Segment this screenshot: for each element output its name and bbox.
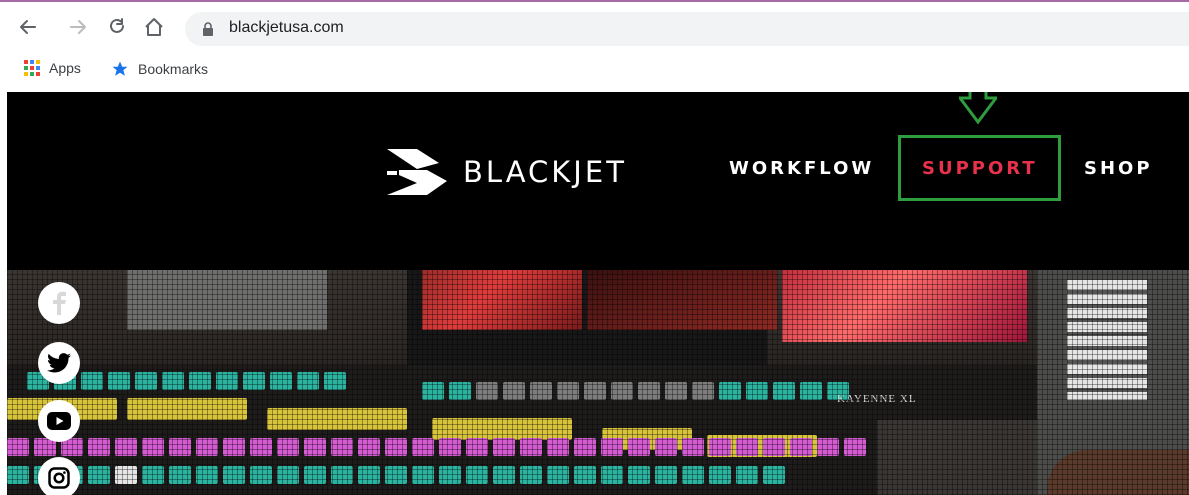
facebook-link[interactable]: [38, 282, 80, 324]
site-logo[interactable]: BLACKJET: [387, 149, 627, 195]
apps-grid-icon: [24, 60, 40, 76]
bookmark-apps[interactable]: Apps: [24, 60, 81, 76]
rack-buttons: [1067, 280, 1147, 400]
display-strip: [267, 408, 407, 430]
url-text: blackjetusa.com: [229, 19, 344, 36]
nav-shop[interactable]: SHOP: [1084, 158, 1153, 179]
twitter-icon: [47, 353, 71, 373]
instagram-link[interactable]: [38, 457, 80, 495]
bookmark-label: Apps: [49, 60, 81, 76]
operator-hand: [1047, 450, 1189, 495]
button-row: [7, 466, 785, 484]
youtube-link[interactable]: [38, 400, 80, 442]
device-label: KAYENNE XL: [837, 393, 917, 405]
facebook-icon: [53, 291, 66, 315]
monitor-screen-right: [782, 270, 1027, 342]
forward-button[interactable]: [65, 14, 91, 40]
home-button[interactable]: [141, 14, 167, 40]
bookmark-label: Bookmarks: [138, 61, 209, 77]
blackjet-logo-icon: [387, 149, 447, 195]
hero-image: KAYENNE XL: [7, 270, 1189, 495]
bookmark-bookmarks[interactable]: Bookmarks: [111, 60, 208, 78]
bookmarks-bar: Apps Bookmarks: [0, 52, 1189, 92]
support-highlight-box: [898, 135, 1061, 201]
logo-text: BLACKJET: [463, 155, 627, 189]
reload-icon: [110, 18, 124, 33]
star-icon: [111, 60, 129, 78]
site-header: BLACKJET WORKFLOW SUPPORT SHOP: [7, 92, 1189, 270]
back-arrow-icon: [20, 20, 36, 34]
home-icon: [145, 18, 163, 36]
youtube-icon: [47, 412, 71, 430]
instagram-icon: [48, 467, 70, 489]
desk-corner: [877, 420, 1037, 495]
forward-arrow-icon: [70, 20, 86, 34]
twitter-link[interactable]: [38, 342, 80, 384]
website-viewport: BLACKJET WORKFLOW SUPPORT SHOP KAYENNE X…: [7, 92, 1189, 495]
browser-toolbar: blackjetusa.com: [0, 2, 1189, 52]
button-row: [7, 438, 866, 456]
lock-icon: [203, 22, 213, 36]
reload-button[interactable]: [104, 14, 130, 40]
display-strip: [127, 398, 247, 420]
display-strip: [432, 418, 572, 440]
monitor-screen-red: [422, 270, 582, 330]
address-bar[interactable]: blackjetusa.com: [185, 12, 1189, 46]
monitor-screen-dark: [587, 270, 777, 330]
nav-workflow[interactable]: WORKFLOW: [729, 158, 874, 179]
monitor-left: [127, 270, 327, 330]
down-arrow-icon: [959, 92, 997, 125]
button-row: [422, 382, 849, 400]
back-button[interactable]: [15, 14, 41, 40]
